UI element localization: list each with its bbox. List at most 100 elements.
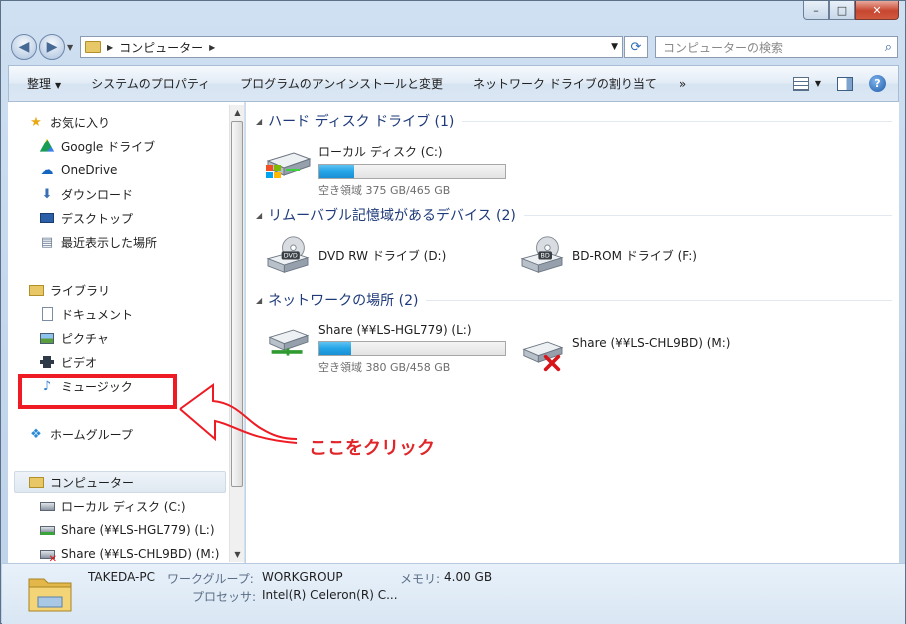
sidebar-item-homegroup[interactable]: ❖ ホームグループ (8, 423, 133, 445)
group-divider (523, 214, 892, 216)
sidebar-item-computer[interactable]: コンピューター (14, 471, 226, 493)
recent-pages-dropdown[interactable]: ▼ (67, 43, 73, 52)
map-network-drive-button[interactable]: ネットワーク ドライブの割り当て (473, 75, 657, 92)
memory-value: 4.00 GB (444, 570, 493, 584)
uninstall-program-button[interactable]: プログラムのアンインストールと変更 (240, 75, 443, 92)
sidebar-item-local-disk-c[interactable]: ローカル ディスク (C:) (8, 495, 186, 517)
free-space-text: 空き領域 375 GB/465 GB (318, 184, 451, 197)
chevron-down-icon[interactable]: ▼ (611, 42, 618, 52)
forward-button[interactable]: ▶ (39, 34, 65, 60)
breadcrumb-computer[interactable]: コンピューター (119, 39, 203, 56)
computer-folder-icon (85, 41, 101, 53)
nav-pane-scrollbar[interactable]: ▲ ▼ (229, 105, 244, 562)
sidebar-item-share-m[interactable]: ✕ Share (¥¥LS-CHL9BD) (M:) (8, 543, 219, 563)
scroll-down-icon[interactable]: ▼ (230, 547, 245, 562)
command-bar: 整理 ▼ システムのプロパティ プログラムのアンインストールと変更 ネットワーク … (8, 65, 899, 102)
sidebar-item-label: ローカル ディスク (C:) (61, 499, 186, 514)
sidebar-item-label: 最近表示した場所 (61, 235, 158, 250)
bd-drive-icon: BD (520, 236, 564, 273)
processor-value: Intel(R) Celeron(R) C... (262, 588, 398, 602)
more-commands-button[interactable]: » (679, 77, 686, 91)
computer-icon (28, 474, 44, 490)
collapse-triangle-icon[interactable]: ◢ (256, 117, 262, 126)
workgroup-value: WORKGROUP (262, 570, 343, 584)
group-divider (426, 299, 892, 301)
drive-name: Share (¥¥LS-HGL779) (L:) (318, 323, 472, 337)
sidebar-item-videos[interactable]: ビデオ (8, 351, 97, 373)
sidebar-item-label: ドキュメント (61, 307, 134, 322)
close-button[interactable]: ✕ (855, 1, 899, 20)
address-bar[interactable]: ▶ コンピューター ▶ ▼ (80, 36, 623, 58)
drive-share-l[interactable]: Share (¥¥LS-HGL779) (L:) 空き領域 380 GB/458… (264, 321, 506, 375)
capacity-fill (319, 165, 355, 178)
system-properties-button[interactable]: システムのプロパティ (91, 75, 210, 92)
disconnected-drive-icon: ✕ (39, 546, 57, 563)
back-button[interactable]: ◀ (11, 34, 37, 60)
refresh-button[interactable]: ⟳ (624, 36, 648, 58)
library-icon (28, 282, 44, 298)
google-drive-icon (39, 138, 55, 152)
group-header-network[interactable]: ◢ ネットワークの場所 (2) (256, 290, 892, 310)
homegroup-icon: ❖ (30, 426, 42, 442)
minimize-button[interactable]: – (803, 1, 829, 20)
drive-bd-f[interactable]: BD BD-ROM ドライブ (F:) (518, 235, 697, 275)
drive-name: Share (¥¥LS-CHL9BD) (M:) (572, 336, 731, 350)
sidebar-item-documents[interactable]: ドキュメント (8, 303, 133, 325)
annotation-highlight-box (18, 374, 177, 409)
preview-pane-button[interactable] (837, 76, 853, 91)
drive-share-m[interactable]: Share (¥¥LS-CHL9BD) (M:) (518, 333, 730, 373)
chevron-right-icon[interactable]: ▶ (209, 43, 215, 52)
group-title: ハード ディスク ドライブ (1) (268, 114, 455, 130)
organize-button[interactable]: 整理 ▼ (27, 75, 61, 92)
star-icon: ★ (30, 114, 42, 130)
collapse-triangle-icon[interactable]: ◢ (256, 296, 262, 305)
desktop-icon (39, 210, 55, 226)
sidebar-item-label: Share (¥¥LS-CHL9BD) (M:) (61, 547, 220, 561)
group-header-hard-disks[interactable]: ◢ ハード ディスク ドライブ (1) (256, 111, 892, 131)
capacity-bar (318, 341, 506, 356)
group-header-removable[interactable]: ◢ リムーバブル記憶域があるデバイス (2) (256, 205, 892, 225)
maximize-button[interactable]: □ (829, 1, 855, 20)
breadcrumb: ▶ コンピューター ▶ (107, 39, 215, 56)
collapse-triangle-icon[interactable]: ◢ (256, 211, 262, 220)
drive-dvd-d[interactable]: DVD DVD RW ドライブ (D:) (264, 235, 446, 275)
free-space-text: 空き領域 380 GB/458 GB (318, 361, 451, 374)
hard-disk-icon (39, 498, 55, 514)
workgroup-label: ワークグループ: (167, 572, 254, 586)
cloud-icon: ☁ (40, 162, 54, 178)
sidebar-item-favorites[interactable]: ★ お気に入り (8, 111, 110, 133)
film-icon (39, 354, 55, 370)
computer-name: TAKEDA-PC (88, 570, 155, 584)
sidebar-item-label: コンピューター (50, 475, 135, 490)
sidebar-item-label: デスクトップ (61, 211, 134, 226)
sidebar-item-label: ダウンロード (61, 187, 134, 202)
arrow-right-icon: ▶ (46, 39, 58, 55)
sidebar-item-label: ビデオ (61, 355, 98, 370)
network-drive-icon (39, 522, 55, 538)
caption-buttons: – □ ✕ (803, 1, 899, 20)
bd-badge: BD (541, 253, 550, 260)
document-icon (39, 306, 55, 322)
sidebar-item-pictures[interactable]: ピクチャ (8, 327, 109, 349)
sidebar-item-desktop[interactable]: デスクトップ (8, 207, 133, 229)
sidebar-item-recent-places[interactable]: ▤ 最近表示した場所 (8, 231, 157, 253)
group-title: リムーバブル記憶域があるデバイス (2) (268, 208, 516, 224)
sidebar-item-onedrive[interactable]: ☁ OneDrive (8, 159, 118, 181)
scroll-up-icon[interactable]: ▲ (230, 105, 245, 120)
sidebar-item-label: Google ドライブ (61, 139, 156, 154)
search-icon[interactable]: ⌕ (885, 40, 892, 55)
drive-name: ローカル ディスク (C:) (318, 145, 443, 159)
sidebar-item-google-drive[interactable]: Google ドライブ (8, 135, 155, 157)
search-placeholder: コンピューターの検索 (663, 40, 784, 55)
help-icon[interactable]: ? (869, 75, 886, 92)
sidebar-item-downloads[interactable]: ⬇ ダウンロード (8, 183, 133, 205)
drive-local-disk-c[interactable]: ローカル ディスク (C:) 空き領域 375 GB/465 GB (264, 141, 506, 198)
hard-disk-windows-icon (266, 152, 312, 178)
dvd-badge: DVD (284, 253, 298, 260)
search-input[interactable]: コンピューターの検索 ⌕ (655, 36, 898, 58)
sidebar-item-share-l[interactable]: Share (¥¥LS-HGL779) (L:) (8, 519, 215, 541)
chevron-right-icon[interactable]: ▶ (107, 43, 113, 52)
sidebar-item-libraries[interactable]: ライブラリ (8, 279, 110, 301)
sidebar-item-label: OneDrive (61, 163, 118, 177)
change-view-button[interactable]: ▼ (792, 76, 821, 91)
